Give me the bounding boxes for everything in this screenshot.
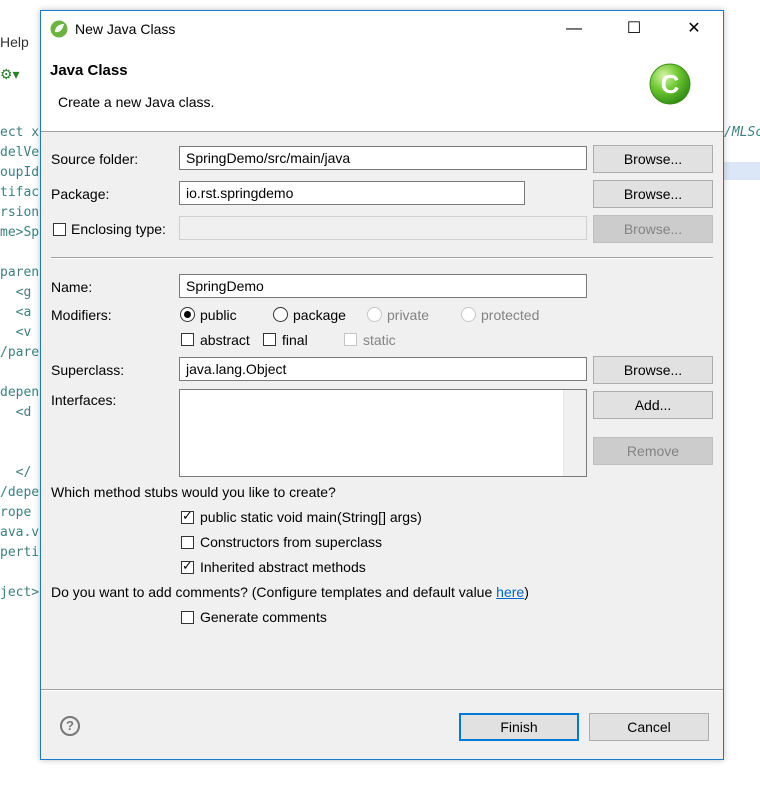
background-code-line: perti xyxy=(0,545,40,560)
background-code-line: depen xyxy=(0,385,40,400)
close-button[interactable]: ✕ xyxy=(671,11,717,47)
enclosing-type-browse-button: Browse... xyxy=(593,215,713,243)
title-bar: New Java Class — ☐ ✕ xyxy=(41,11,723,47)
minimize-button[interactable]: — xyxy=(551,11,597,47)
generate-comments-label: Generate comments xyxy=(200,609,327,625)
background-code-line: <g xyxy=(0,285,32,300)
enclosing-type-field xyxy=(179,216,587,240)
radio-selected-dot xyxy=(184,311,191,318)
background-highlight-strip xyxy=(724,162,760,180)
background-code-line: me>Sp xyxy=(0,225,40,240)
superclass-field[interactable]: java.lang.Object xyxy=(179,357,587,381)
method-stubs-question: Which method stubs would you like to cre… xyxy=(51,484,336,500)
background-code-line: /pare xyxy=(0,345,40,360)
modifiers-label: Modifiers: xyxy=(51,307,112,323)
separator xyxy=(51,257,713,259)
svg-text:C: C xyxy=(661,69,680,99)
comments-question: Do you want to add comments? (Configure … xyxy=(51,584,529,600)
remove-interface-button: Remove xyxy=(593,437,713,465)
name-field[interactable]: SpringDemo xyxy=(179,274,587,298)
background-code-line: rope xyxy=(0,505,32,520)
background-code-line: <a xyxy=(0,305,32,320)
background-code-line: <v xyxy=(0,325,32,340)
modifier-static-label: static xyxy=(363,332,396,348)
background-right-text: /MLSc xyxy=(724,125,760,140)
background-code-line: oupId xyxy=(0,165,40,180)
stub-constructors-label: Constructors from superclass xyxy=(200,534,383,550)
modifier-private-radio xyxy=(367,307,382,322)
enclosing-type-label: Enclosing type: xyxy=(71,221,166,237)
checkmark-icon: ✓ xyxy=(182,508,193,523)
background-code-line: </ xyxy=(0,465,32,480)
interfaces-scrollbar[interactable] xyxy=(563,390,586,476)
java-class-icon: C xyxy=(649,63,691,105)
new-java-class-dialog: New Java Class — ☐ ✕ Java Class Create a… xyxy=(40,10,724,760)
modifier-abstract-label: abstract xyxy=(200,332,250,348)
banner-title: Java Class xyxy=(50,62,128,79)
modifier-abstract-checkbox[interactable] xyxy=(181,333,194,346)
enclosing-type-checkbox[interactable] xyxy=(53,223,66,236)
modifier-protected-label: protected xyxy=(481,307,540,323)
source-folder-field[interactable]: SpringDemo/src/main/java xyxy=(179,146,587,170)
superclass-browse-button[interactable]: Browse... xyxy=(593,356,713,384)
stub-main-checkbox[interactable]: ✓ xyxy=(181,508,194,524)
interfaces-label: Interfaces: xyxy=(51,392,117,408)
modifier-protected-radio xyxy=(461,307,476,322)
name-label: Name: xyxy=(51,279,93,295)
help-icon[interactable]: ? xyxy=(60,716,80,736)
modifier-package-label: package xyxy=(293,307,346,323)
modifier-public-label: public xyxy=(200,307,237,323)
background-code-line: delVe xyxy=(0,145,40,160)
stub-main-label: public static void main(String[] args) xyxy=(200,509,422,525)
modifier-static-checkbox xyxy=(344,333,357,346)
package-field[interactable]: io.rst.springdemo xyxy=(179,181,525,205)
source-folder-browse-button[interactable]: Browse... xyxy=(593,145,713,173)
comments-question-close: ) xyxy=(524,584,529,600)
superclass-label: Superclass: xyxy=(51,362,125,378)
comments-question-text: Do you want to add comments? (Configure … xyxy=(51,584,497,600)
background-code-line: rsion xyxy=(0,205,40,220)
maximize-button[interactable]: ☐ xyxy=(611,11,657,47)
interfaces-list[interactable] xyxy=(179,389,587,477)
background-code-line: <d xyxy=(0,405,32,420)
cancel-button[interactable]: Cancel xyxy=(589,713,709,741)
checkmark-icon: ✓ xyxy=(182,558,193,573)
banner-description: Create a new Java class. xyxy=(58,94,215,110)
menu-help[interactable]: Help xyxy=(0,34,29,50)
add-interface-button[interactable]: Add... xyxy=(593,391,713,419)
footer-separator xyxy=(41,689,723,691)
stub-inherited-checkbox[interactable]: ✓ xyxy=(181,558,194,574)
finish-button[interactable]: Finish xyxy=(459,713,579,741)
background-code-line: /depe xyxy=(0,485,40,500)
modifier-package-radio[interactable] xyxy=(273,307,288,322)
source-folder-label: Source folder: xyxy=(51,151,139,167)
background-code-line: ect x xyxy=(0,125,40,140)
modifier-private-label: private xyxy=(387,307,430,323)
package-label: Package: xyxy=(51,186,110,202)
wizard-banner: Java Class Create a new Java class. C xyxy=(41,47,723,132)
background-code-line: paren xyxy=(0,265,40,280)
configure-templates-link[interactable]: here xyxy=(496,584,524,600)
dialog-title: New Java Class xyxy=(75,21,176,37)
modifier-final-checkbox[interactable] xyxy=(263,333,276,346)
stub-constructors-checkbox[interactable] xyxy=(181,536,194,549)
modifier-public-radio[interactable] xyxy=(180,307,195,322)
modifier-final-label: final xyxy=(282,332,308,348)
stub-inherited-label: Inherited abstract methods xyxy=(200,559,366,575)
background-toolbar-icon: ⚙▾ xyxy=(0,66,20,82)
generate-comments-checkbox[interactable] xyxy=(181,611,194,624)
spring-leaf-icon xyxy=(50,20,68,38)
background-code-line: ava.v xyxy=(0,525,40,540)
background-code-line: ject> xyxy=(0,585,40,600)
background-code-line: tifac xyxy=(0,185,40,200)
package-browse-button[interactable]: Browse... xyxy=(593,180,713,208)
